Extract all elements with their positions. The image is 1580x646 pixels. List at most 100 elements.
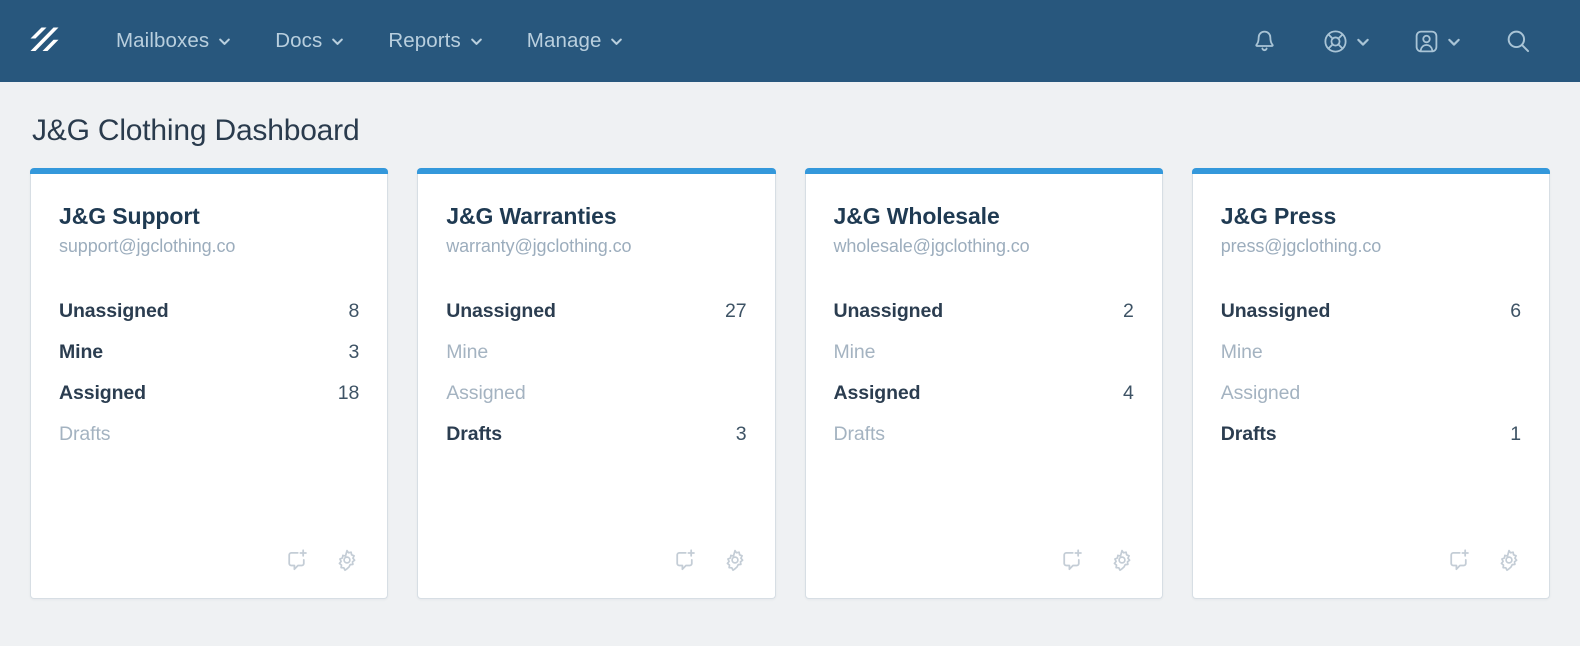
folder-count: 1 (1510, 423, 1521, 446)
folder-row-drafts[interactable]: Drafts 1 (1221, 414, 1521, 455)
mailbox-card: J&G Warranties warranty@jgclothing.co Un… (417, 168, 775, 599)
gear-icon[interactable] (723, 548, 747, 572)
folder-label: Drafts (446, 423, 502, 446)
user-avatar-icon (1413, 28, 1440, 55)
folder-row-unassigned[interactable]: Unassigned 2 (834, 291, 1134, 332)
folder-list: Unassigned 8 Mine 3 Assigned 18 Drafts (59, 291, 359, 455)
nav-item-reports[interactable]: Reports (366, 19, 504, 63)
folder-label: Assigned (446, 382, 525, 405)
search-button[interactable] (1482, 19, 1554, 63)
chevron-down-icon (470, 35, 483, 48)
main-nav: Mailboxes Docs Reports Manage (94, 19, 1229, 63)
folder-count: 27 (725, 300, 747, 323)
help-button[interactable] (1300, 20, 1391, 63)
gear-icon[interactable] (335, 548, 359, 572)
folder-row-unassigned[interactable]: Unassigned 8 (59, 291, 359, 332)
card-footer (806, 547, 1162, 598)
dashboard-page: J&G Clothing Dashboard J&G Support suppo… (0, 82, 1580, 599)
folder-row-assigned: Assigned (446, 373, 746, 414)
chevron-down-icon (610, 35, 623, 48)
folder-count: 3 (736, 423, 747, 446)
mailbox-name[interactable]: J&G Press (1221, 202, 1521, 231)
search-icon (1504, 27, 1532, 55)
nav-item-label: Reports (388, 29, 460, 53)
folder-row-mine: Mine (834, 332, 1134, 373)
account-menu-button[interactable] (1391, 20, 1482, 63)
mailbox-card: J&G Press press@jgclothing.co Unassigned… (1192, 168, 1550, 599)
chevron-down-icon (1356, 35, 1369, 48)
folder-row-drafts: Drafts (59, 414, 359, 455)
card-footer (1193, 547, 1549, 598)
mailbox-email: support@jgclothing.co (59, 236, 359, 257)
folder-label: Assigned (834, 382, 921, 405)
folder-list: Unassigned 2 Mine Assigned 4 Drafts (834, 291, 1134, 455)
folder-label: Drafts (1221, 423, 1277, 446)
mailbox-card: J&G Wholesale wholesale@jgclothing.co Un… (805, 168, 1163, 599)
card-body: J&G Press press@jgclothing.co Unassigned… (1193, 174, 1549, 547)
help-scout-logo[interactable] (22, 19, 66, 63)
lifebuoy-help-icon (1322, 28, 1349, 55)
folder-row-assigned[interactable]: Assigned 18 (59, 373, 359, 414)
folder-row-unassigned[interactable]: Unassigned 27 (446, 291, 746, 332)
nav-item-mailboxes[interactable]: Mailboxes (94, 19, 253, 63)
folder-row-mine: Mine (1221, 332, 1521, 373)
nav-item-label: Manage (527, 29, 602, 53)
new-conversation-icon[interactable] (284, 547, 309, 572)
top-nav-actions (1229, 19, 1554, 63)
folder-label: Mine (834, 341, 876, 364)
folder-row-drafts: Drafts (834, 414, 1134, 455)
folder-row-mine[interactable]: Mine 3 (59, 332, 359, 373)
gear-icon[interactable] (1497, 548, 1521, 572)
top-navigation-bar: Mailboxes Docs Reports Manage (0, 0, 1580, 82)
gear-icon[interactable] (1110, 548, 1134, 572)
folder-count: 3 (349, 341, 360, 364)
card-footer (418, 547, 774, 598)
folder-row-drafts[interactable]: Drafts 3 (446, 414, 746, 455)
page-title: J&G Clothing Dashboard (30, 82, 1550, 168)
folder-label: Assigned (1221, 382, 1300, 405)
new-conversation-icon[interactable] (672, 547, 697, 572)
nav-item-label: Mailboxes (116, 29, 209, 53)
folder-label: Mine (446, 341, 488, 364)
card-body: J&G Warranties warranty@jgclothing.co Un… (418, 174, 774, 547)
card-footer (31, 547, 387, 598)
folder-label: Assigned (59, 382, 146, 405)
folder-row-mine: Mine (446, 332, 746, 373)
folder-label: Unassigned (1221, 300, 1331, 323)
folder-label: Unassigned (834, 300, 944, 323)
chevron-down-icon (218, 35, 231, 48)
folder-label: Unassigned (446, 300, 556, 323)
notifications-button[interactable] (1229, 20, 1300, 63)
card-body: J&G Support support@jgclothing.co Unassi… (31, 174, 387, 547)
mailbox-email: press@jgclothing.co (1221, 236, 1521, 257)
mailbox-name[interactable]: J&G Wholesale (834, 202, 1134, 231)
folder-label: Mine (1221, 341, 1263, 364)
bell-icon (1251, 28, 1278, 55)
mailbox-card-grid: J&G Support support@jgclothing.co Unassi… (30, 168, 1550, 599)
folder-count: 18 (338, 382, 360, 405)
new-conversation-icon[interactable] (1059, 547, 1084, 572)
card-body: J&G Wholesale wholesale@jgclothing.co Un… (806, 174, 1162, 547)
folder-count: 6 (1510, 300, 1521, 323)
nav-item-label: Docs (275, 29, 322, 53)
chevron-down-icon (1447, 35, 1460, 48)
new-conversation-icon[interactable] (1446, 547, 1471, 572)
folder-label: Unassigned (59, 300, 169, 323)
chevron-down-icon (331, 35, 344, 48)
mailbox-name[interactable]: J&G Support (59, 202, 359, 231)
folder-row-assigned[interactable]: Assigned 4 (834, 373, 1134, 414)
folder-label: Drafts (834, 423, 885, 446)
folder-label: Mine (59, 341, 103, 364)
mailbox-card: J&G Support support@jgclothing.co Unassi… (30, 168, 388, 599)
folder-row-unassigned[interactable]: Unassigned 6 (1221, 291, 1521, 332)
folder-count: 8 (349, 300, 360, 323)
mailbox-name[interactable]: J&G Warranties (446, 202, 746, 231)
mailbox-email: wholesale@jgclothing.co (834, 236, 1134, 257)
folder-row-assigned: Assigned (1221, 373, 1521, 414)
nav-item-docs[interactable]: Docs (253, 19, 366, 63)
nav-item-manage[interactable]: Manage (505, 19, 646, 63)
folder-count: 2 (1123, 300, 1134, 323)
folder-count: 4 (1123, 382, 1134, 405)
folder-list: Unassigned 27 Mine Assigned Drafts 3 (446, 291, 746, 455)
mailbox-email: warranty@jgclothing.co (446, 236, 746, 257)
